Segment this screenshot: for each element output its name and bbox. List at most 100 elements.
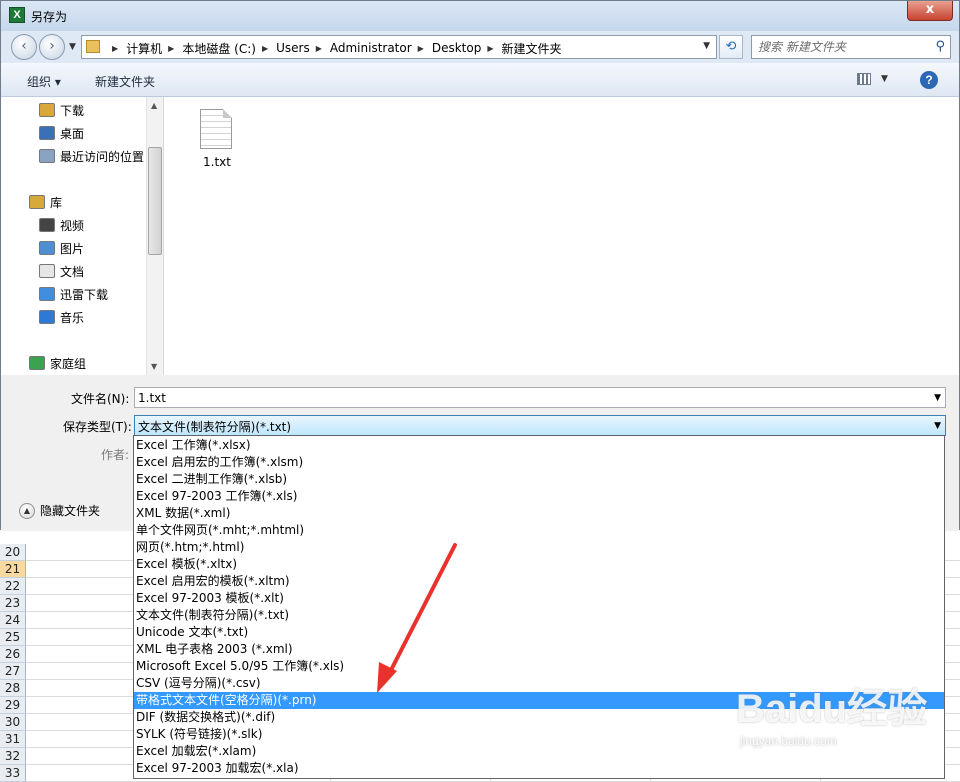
help-icon[interactable]: ?: [920, 71, 938, 89]
close-button[interactable]: x: [907, 1, 953, 21]
breadcrumb-separator-icon[interactable]: ▶: [487, 44, 493, 53]
row-header[interactable]: 32: [0, 748, 26, 765]
row-header[interactable]: 24: [0, 612, 26, 629]
pictures-icon: [39, 241, 55, 255]
filename-combobox[interactable]: ▼: [134, 387, 946, 408]
filetype-option[interactable]: 网页(*.htm;*.html): [134, 539, 944, 556]
watermark-url: jingyan.baidu.com: [740, 734, 837, 748]
sidebar-item[interactable]: 桌面: [39, 124, 84, 142]
sidebar-item-label: 文档: [60, 264, 85, 279]
breadcrumb-separator-icon[interactable]: ▶: [112, 44, 118, 53]
sidebar-item[interactable]: 最近访问的位置: [39, 147, 144, 165]
row-header[interactable]: 30: [0, 714, 26, 731]
breadcrumb-separator-icon[interactable]: ▶: [262, 44, 268, 53]
filename-label: 文件名(N):: [71, 392, 130, 406]
row-header[interactable]: 20: [0, 544, 26, 561]
filename-input[interactable]: [138, 390, 918, 406]
filetype-label: 保存类型(T):: [63, 420, 132, 434]
filetype-option[interactable]: Excel 二进制工作簿(*.xlsb): [134, 471, 944, 488]
desktop-icon: [39, 126, 55, 140]
author-label: 作者:: [101, 448, 130, 462]
row-header[interactable]: 29: [0, 697, 26, 714]
filetype-option[interactable]: XML 数据(*.xml): [134, 505, 944, 522]
row-header[interactable]: 22: [0, 578, 26, 595]
filetype-select[interactable]: 文本文件(制表符分隔)(*.txt) ▼: [134, 415, 946, 436]
row-header[interactable]: 23: [0, 595, 26, 612]
row-header[interactable]: 31: [0, 731, 26, 748]
row-header[interactable]: 21: [0, 561, 26, 578]
sidebar-item[interactable]: 音乐: [39, 308, 84, 326]
sidebar-item[interactable]: 视频: [39, 216, 84, 234]
breadcrumb-item[interactable]: 本地磁盘 (C:): [182, 40, 256, 57]
breadcrumb-separator-icon[interactable]: ▶: [418, 44, 424, 53]
sidebar-item-label: 桌面: [60, 126, 85, 141]
breadcrumb-item[interactable]: 新建文件夹: [501, 40, 561, 57]
navigation-scrollbar[interactable]: ▲ ▼: [146, 97, 163, 375]
sidebar-item[interactable]: 迅雷下载: [39, 285, 108, 303]
view-dropdown-icon[interactable]: ▼: [881, 74, 888, 84]
breadcrumb-item[interactable]: Administrator: [330, 41, 412, 55]
sidebar-item[interactable]: 库: [29, 193, 62, 211]
scroll-up-icon[interactable]: ▲: [151, 101, 157, 110]
breadcrumb-item[interactable]: Desktop: [432, 41, 482, 55]
view-options-icon[interactable]: [857, 73, 871, 85]
text-file-icon[interactable]: [200, 109, 232, 149]
breadcrumb-item[interactable]: Users: [276, 41, 310, 55]
row-header[interactable]: 25: [0, 629, 26, 646]
search-input[interactable]: [758, 39, 928, 55]
new-folder-button[interactable]: 新建文件夹: [95, 73, 155, 90]
sidebar-item[interactable]: 家庭组: [29, 354, 86, 372]
row-header[interactable]: 28: [0, 680, 26, 697]
filetype-selected-value: 文本文件(制表符分隔)(*.txt): [138, 420, 292, 434]
breadcrumb-separator-icon[interactable]: ▶: [316, 44, 322, 53]
navigation-pane: ▲ ▼ 下载桌面最近访问的位置库视频图片文档迅雷下载音乐家庭组: [1, 97, 164, 375]
organize-button[interactable]: 组织 ▾: [27, 73, 61, 90]
filetype-option[interactable]: Excel 启用宏的工作簿(*.xlsm): [134, 454, 944, 471]
videos-icon: [39, 218, 55, 232]
file-list-pane: 1.txt: [164, 97, 959, 375]
forward-button[interactable]: ›: [39, 34, 65, 60]
homegroup-icon: [29, 356, 45, 370]
breadcrumb-item[interactable]: 计算机: [126, 40, 162, 57]
file-name-label[interactable]: 1.txt: [203, 155, 231, 169]
back-button[interactable]: ‹: [11, 34, 37, 60]
search-icon[interactable]: ⚲: [935, 39, 945, 54]
navigation-bar: ‹ › ▼ ▶ 计算机 ▶ 本地磁盘 (C:) ▶ Users ▶ Administrator…: [1, 31, 959, 63]
address-dropdown-icon[interactable]: ▼: [703, 41, 710, 51]
row-header[interactable]: 33: [0, 765, 26, 782]
sidebar-item[interactable]: 文档: [39, 262, 84, 280]
filetype-option[interactable]: XML 电子表格 2003 (*.xml): [134, 641, 944, 658]
filename-dropdown-icon[interactable]: ▼: [934, 393, 941, 403]
filetype-dropdown-icon[interactable]: ▼: [934, 421, 941, 431]
recent-pages-dropdown-icon[interactable]: ▼: [69, 42, 76, 52]
title-bar: X 另存为 x: [1, 1, 959, 31]
row-header[interactable]: 26: [0, 646, 26, 663]
collapse-arrow-icon: ▲: [19, 502, 35, 519]
breadcrumb: ▶ 计算机 ▶ 本地磁盘 (C:) ▶ Users ▶ Administrator ▶ Deskt…: [106, 40, 562, 56]
breadcrumb-separator-icon[interactable]: ▶: [168, 44, 174, 53]
hide-folders-label: 隐藏文件夹: [40, 504, 101, 518]
address-bar[interactable]: ▶ 计算机 ▶ 本地磁盘 (C:) ▶ Users ▶ Administrator ▶ Deskt…: [81, 35, 717, 59]
sidebar-item[interactable]: 下载: [39, 101, 84, 119]
download-folder-icon: [39, 103, 55, 117]
search-box[interactable]: ⚲: [751, 35, 951, 59]
filetype-option[interactable]: Microsoft Excel 5.0/95 工作簿(*.xls): [134, 658, 944, 675]
folder-icon: [86, 40, 100, 53]
filetype-option[interactable]: Excel 工作簿(*.xlsx): [134, 437, 944, 454]
sidebar-item-label: 视频: [60, 218, 85, 233]
filetype-option[interactable]: 文本文件(制表符分隔)(*.txt): [134, 607, 944, 624]
filetype-option[interactable]: Unicode 文本(*.txt): [134, 624, 944, 641]
filetype-option[interactable]: Excel 启用宏的模板(*.xltm): [134, 573, 944, 590]
scroll-down-icon[interactable]: ▼: [151, 362, 157, 371]
filetype-option[interactable]: 单个文件网页(*.mht;*.mhtml): [134, 522, 944, 539]
filetype-option[interactable]: Excel 97-2003 模板(*.xlt): [134, 590, 944, 607]
sidebar-item[interactable]: 图片: [39, 239, 84, 257]
recent-places-icon: [39, 149, 55, 163]
music-icon: [39, 310, 55, 324]
filetype-option[interactable]: Excel 模板(*.xltx): [134, 556, 944, 573]
hide-folders-button[interactable]: ▲ 隐藏文件夹: [19, 502, 100, 519]
filetype-option[interactable]: Excel 97-2003 工作簿(*.xls): [134, 488, 944, 505]
row-header[interactable]: 27: [0, 663, 26, 680]
scroll-thumb[interactable]: [148, 147, 162, 255]
refresh-button[interactable]: ⟲: [719, 35, 743, 59]
